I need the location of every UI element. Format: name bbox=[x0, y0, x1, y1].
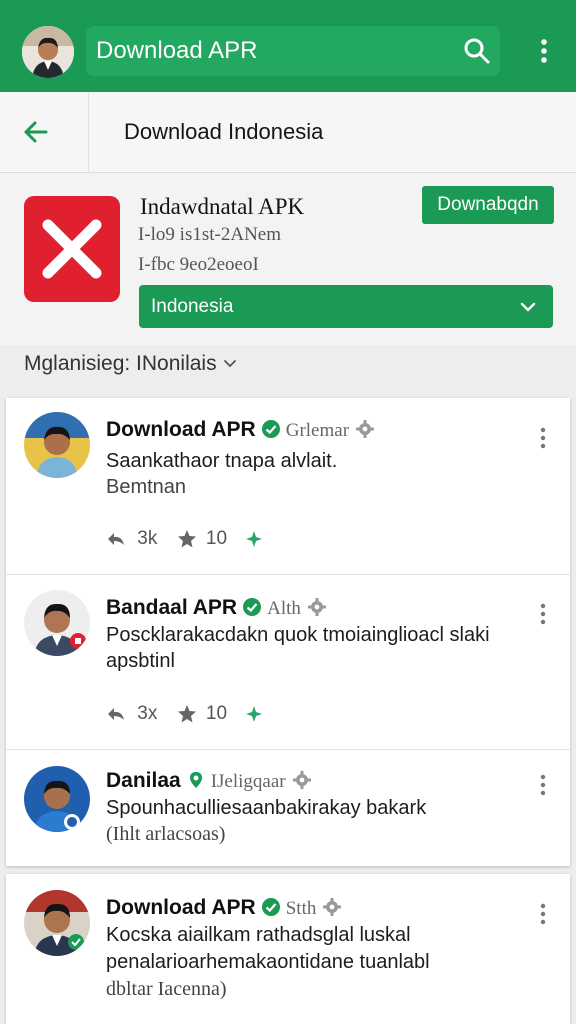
top-app-bar: Download APR bbox=[0, 0, 576, 92]
verified-icon bbox=[261, 420, 280, 438]
share-icon[interactable] bbox=[106, 705, 126, 723]
post-text: Kocska aiailkam rathadsglal luskal bbox=[106, 924, 411, 946]
list-item[interactable]: Danilaa IJeligqaar Spounhaculliesaanbakir… bbox=[6, 749, 570, 866]
sub-header: Download Indonesia bbox=[0, 92, 576, 173]
app-name: Indawdnatal APK bbox=[140, 194, 305, 219]
gear-icon[interactable] bbox=[355, 419, 375, 439]
gear-icon[interactable] bbox=[307, 597, 327, 617]
gear-icon[interactable] bbox=[292, 770, 312, 790]
verified-icon bbox=[261, 898, 280, 916]
avatar[interactable] bbox=[24, 766, 90, 832]
author-handle: Grlemar bbox=[285, 420, 350, 441]
star-icon[interactable] bbox=[177, 529, 197, 549]
verified-icon bbox=[243, 598, 262, 616]
close-x-icon bbox=[42, 219, 102, 279]
star-count: 10 bbox=[205, 703, 228, 724]
share-count: 3x bbox=[137, 703, 158, 724]
location-icon bbox=[189, 772, 202, 788]
post-list-card: Download APR Stth Kocska aiailkam rathads… bbox=[6, 874, 570, 1024]
avatar[interactable] bbox=[24, 590, 90, 656]
author-handle: Alth bbox=[267, 598, 301, 619]
avatar[interactable] bbox=[24, 412, 90, 478]
post-list-card: Download APR Grlemar Saankathaor tnapa al… bbox=[6, 398, 570, 866]
download-button[interactable]: Downabqdn bbox=[422, 186, 554, 224]
post-text: Bemtnan bbox=[106, 476, 187, 498]
list-item[interactable]: Bandaal APR Alth Poscklarakacdakn quok tm… bbox=[6, 574, 570, 750]
app-card: Indawdnatal APK I-lo9 is1st-2ANem I-fbc … bbox=[0, 173, 576, 345]
gear-icon[interactable] bbox=[322, 897, 342, 917]
star-count: 10 bbox=[205, 528, 228, 549]
author-handle: Stth bbox=[285, 898, 317, 919]
page-title: Download Indonesia bbox=[124, 119, 324, 144]
post-text: (Ihlt arlacsoas) bbox=[106, 823, 226, 845]
sparkle-icon[interactable] bbox=[244, 529, 264, 549]
divider bbox=[88, 92, 89, 172]
app-meta-line: I-lo9 is1st-2ANem bbox=[138, 224, 282, 245]
author-row: Bandaal APR Alth bbox=[106, 596, 327, 620]
back-arrow-icon[interactable] bbox=[18, 114, 54, 150]
author-name[interactable]: Download APR bbox=[106, 418, 256, 441]
app-meta-line: I-fbc 9eo2eoeoI bbox=[138, 254, 259, 275]
author-name[interactable]: Download APR bbox=[106, 896, 256, 919]
avatar[interactable] bbox=[24, 890, 90, 956]
more-vert-icon[interactable] bbox=[538, 602, 548, 626]
app-bar-title: Download APR bbox=[96, 37, 258, 64]
more-vert-icon[interactable] bbox=[534, 36, 554, 66]
list-item[interactable]: Download APR Grlemar Saankathaor tnapa al… bbox=[6, 398, 570, 575]
filter-label: Mglanisieg: INonilais bbox=[24, 352, 217, 375]
filter-dropdown[interactable]: Mglanisieg: INonilais bbox=[24, 352, 237, 382]
share-count: 3k bbox=[137, 528, 158, 549]
more-vert-icon[interactable] bbox=[538, 773, 548, 797]
post-actions: 3x 10 bbox=[106, 703, 264, 727]
star-icon[interactable] bbox=[177, 704, 197, 724]
chevron-down-icon bbox=[520, 302, 536, 312]
app-icon[interactable] bbox=[24, 196, 120, 302]
sparkle-icon[interactable] bbox=[244, 704, 264, 724]
chevron-down-icon bbox=[223, 360, 236, 368]
avatar[interactable] bbox=[22, 26, 74, 78]
post-text: apsbtinl bbox=[106, 650, 175, 672]
author-row: Download APR Grlemar bbox=[106, 418, 375, 442]
share-icon[interactable] bbox=[106, 530, 126, 548]
author-name[interactable]: Danilaa bbox=[106, 769, 181, 792]
author-handle: IJeligqaar bbox=[210, 771, 286, 792]
language-value: Indonesia bbox=[151, 296, 234, 317]
more-vert-icon[interactable] bbox=[538, 426, 548, 450]
author-name[interactable]: Bandaal APR bbox=[106, 596, 237, 619]
post-text: penalarioarhemakaontidane tuanlabl bbox=[106, 951, 430, 973]
language-dropdown[interactable]: Indonesia bbox=[139, 285, 553, 328]
search-icon[interactable] bbox=[462, 36, 492, 66]
more-vert-icon[interactable] bbox=[538, 902, 548, 926]
author-row: Danilaa IJeligqaar bbox=[106, 769, 312, 793]
post-actions: 3k 10 bbox=[106, 528, 264, 552]
post-text: Poscklarakacdakn quok tmoiainglioacl sla… bbox=[106, 624, 490, 646]
post-text: dbltar Iacenna) bbox=[106, 978, 227, 1000]
post-text: Saankathaor tnapa alvlait. bbox=[106, 450, 338, 472]
list-item[interactable]: Download APR Stth Kocska aiailkam rathads… bbox=[6, 874, 570, 1024]
post-text: Spounhaculliesaanbakirakay bakark bbox=[106, 797, 427, 819]
author-row: Download APR Stth bbox=[106, 896, 342, 920]
